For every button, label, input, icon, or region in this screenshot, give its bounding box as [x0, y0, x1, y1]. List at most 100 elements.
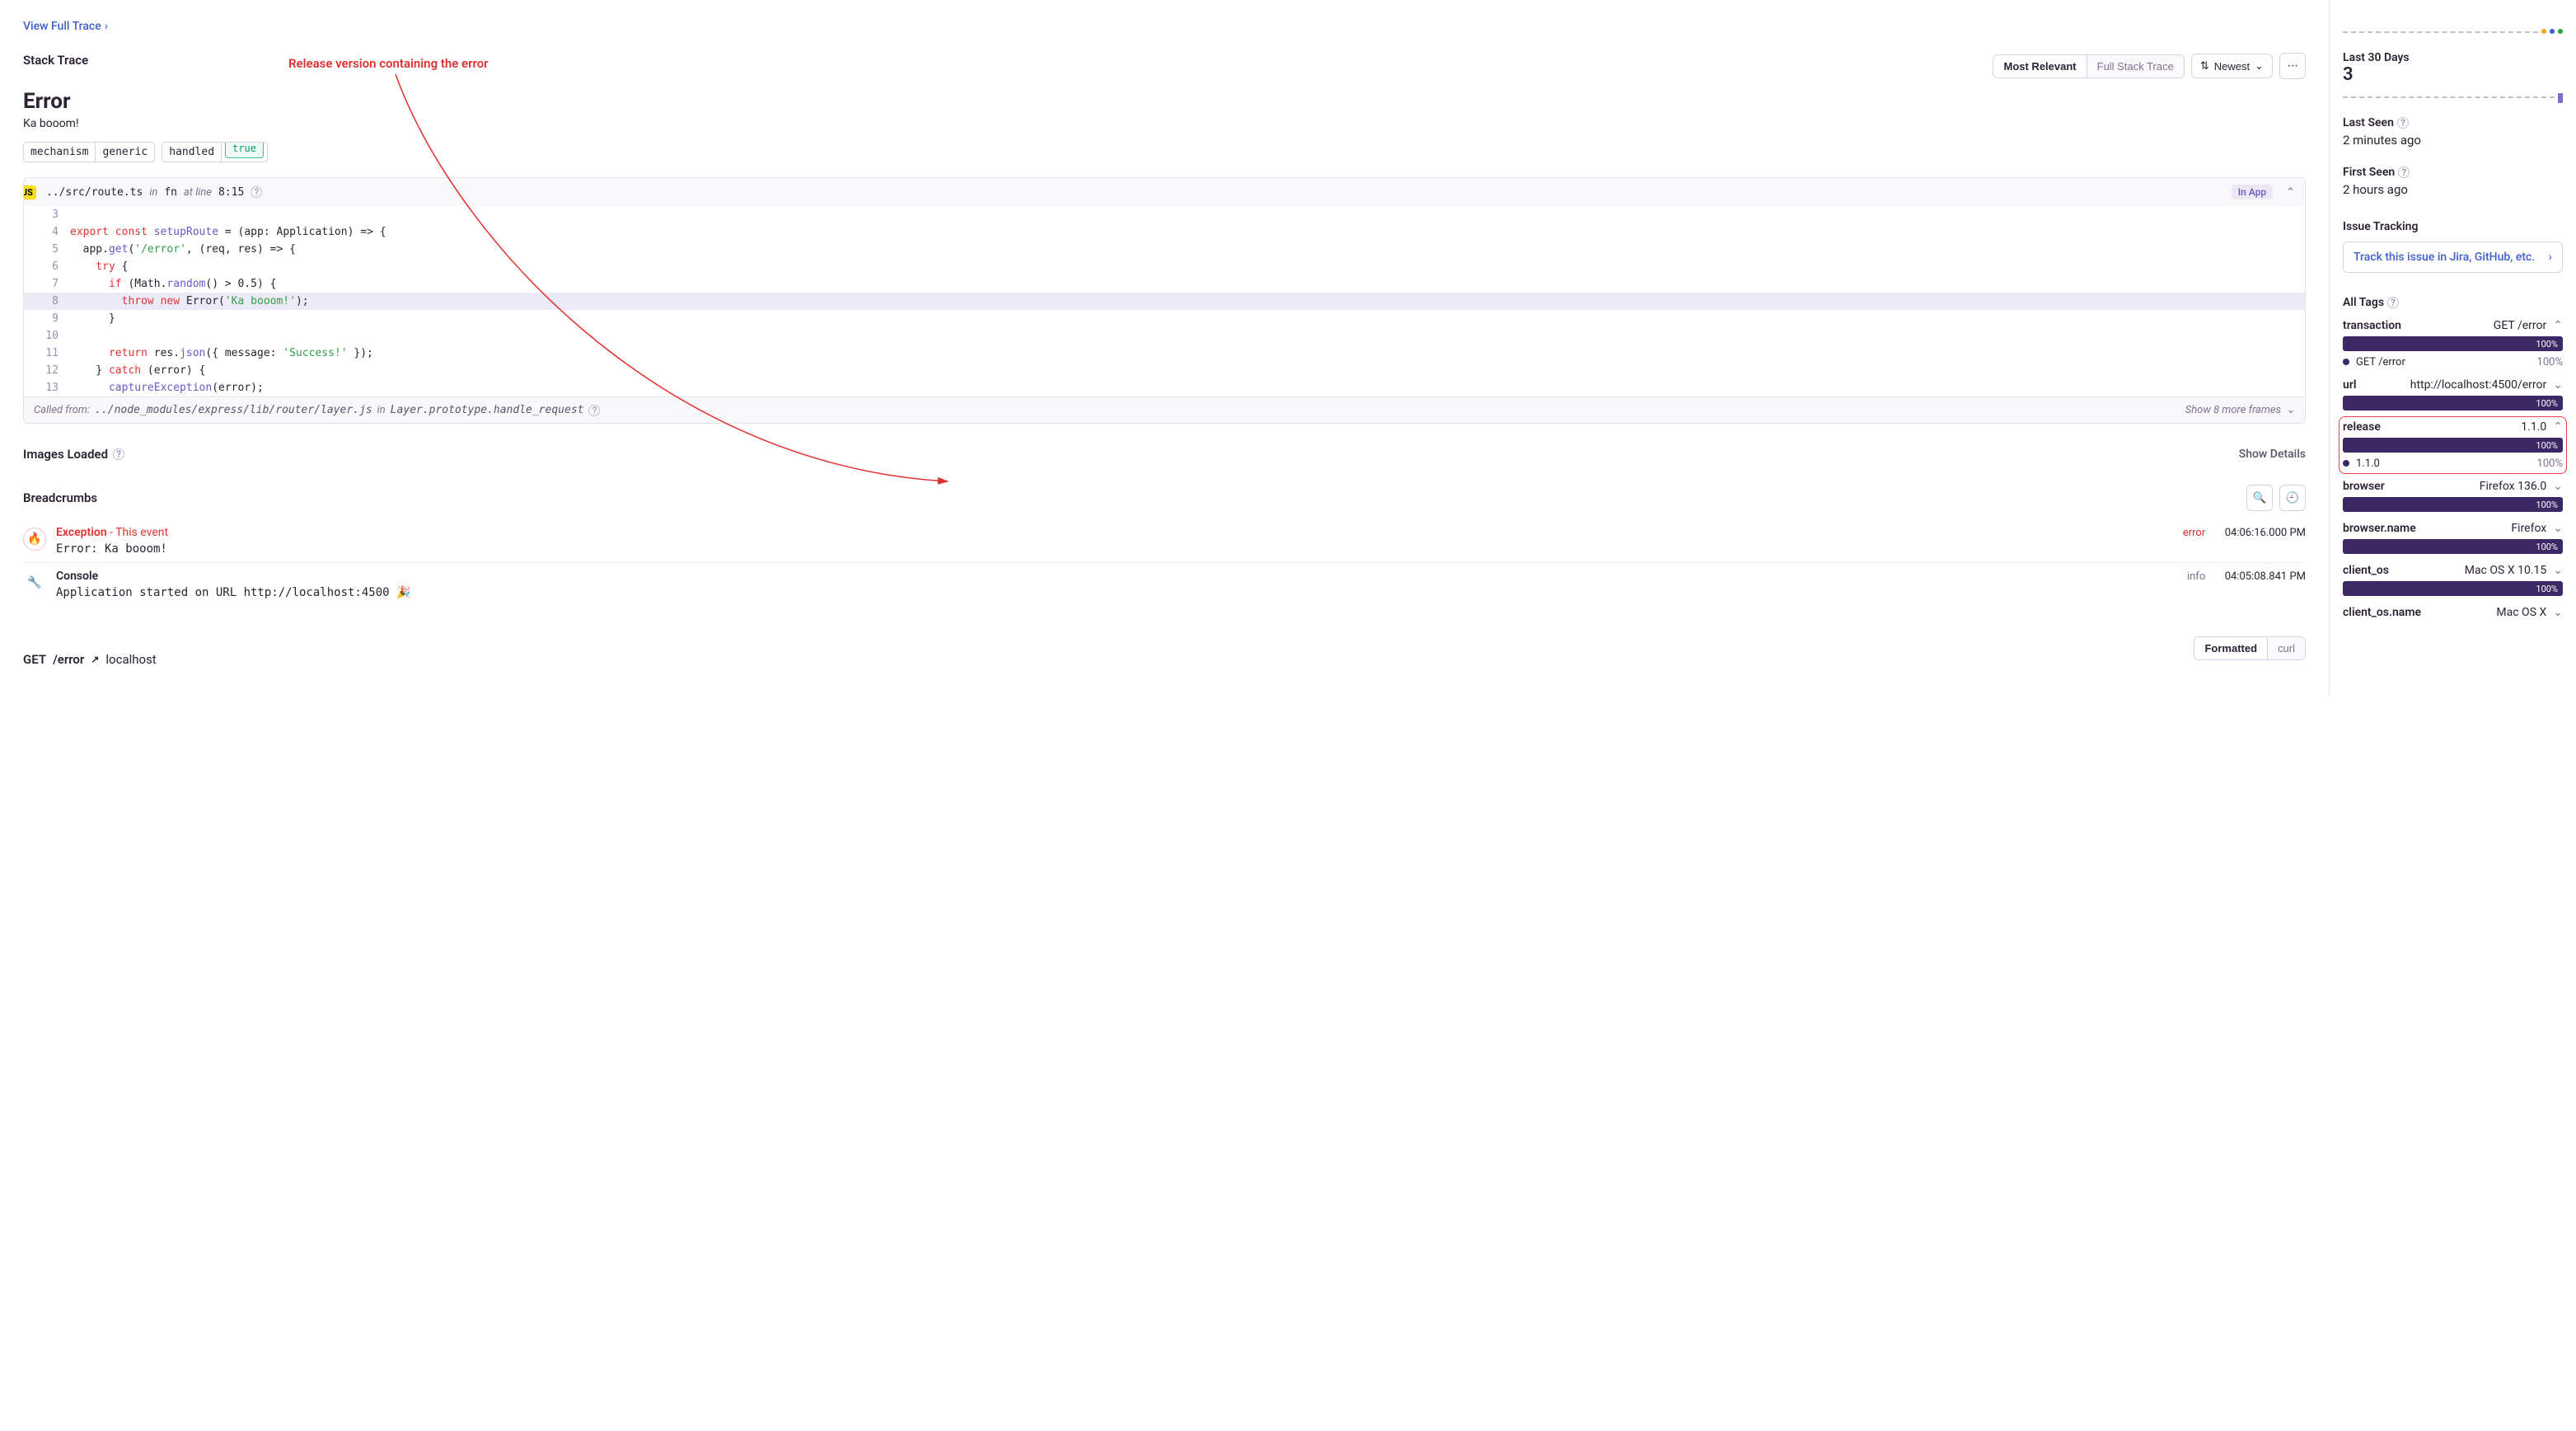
chevron-down-icon: ⌄ — [2255, 59, 2264, 73]
chevron-down-icon[interactable]: ⌄ — [2553, 606, 2563, 619]
help-icon[interactable]: ? — [588, 405, 600, 416]
line-number: 10 — [24, 327, 70, 345]
external-link-icon[interactable]: ↗ — [91, 654, 99, 665]
help-icon[interactable]: ? — [2397, 117, 2409, 129]
tag-name: client_os — [2343, 564, 2389, 577]
line-number: 9 — [24, 310, 70, 327]
breadcrumb-title: Exception — [56, 526, 107, 539]
breadcrumb-row: 🔧 Console Application started on URL htt… — [23, 562, 2306, 606]
tag-release: release1.1.0⌃100%1.1.0100% — [2343, 420, 2563, 470]
line-number: 8 — [24, 293, 70, 310]
help-icon[interactable]: ? — [251, 186, 262, 198]
tag-bar: 100% — [2343, 539, 2563, 554]
line-src: if (Math.random() > 0.5) { — [70, 275, 2305, 293]
all-tags-label: All Tags? — [2343, 296, 2563, 309]
line-src — [70, 206, 2305, 223]
tag-value: Mac OS X 10.15 — [2465, 564, 2546, 577]
chevron-up-icon[interactable]: ⌃ — [2553, 319, 2563, 332]
error-title: Error — [23, 89, 2306, 114]
line-number: 7 — [24, 275, 70, 293]
frame-at-line: at line — [184, 186, 212, 199]
js-badge-icon: JS — [23, 185, 36, 199]
line-src: } catch (error) { — [70, 362, 2305, 379]
tag-name: url — [2343, 378, 2357, 392]
chevron-down-icon[interactable]: ⌄ — [2553, 522, 2563, 535]
tag-item-label: GET /error — [2356, 356, 2405, 368]
chevron-down-icon[interactable]: ⌄ — [2553, 564, 2563, 577]
bullet-icon — [2343, 359, 2349, 365]
ellipsis-icon: ⋯ — [2287, 59, 2297, 73]
tag-name: browser — [2343, 480, 2385, 493]
handled-pill: handled true — [162, 142, 268, 162]
tag-value: Firefox — [2511, 522, 2546, 535]
track-issue-button[interactable]: Track this issue in Jira, GitHub, etc. › — [2343, 242, 2563, 273]
help-icon[interactable]: ? — [2387, 297, 2399, 308]
more-actions-button[interactable]: ⋯ — [2279, 53, 2306, 79]
line-src: try { — [70, 258, 2305, 275]
line-number: 3 — [24, 206, 70, 223]
chevron-down-icon[interactable]: ⌄ — [2553, 378, 2563, 392]
breadcrumb-level: error — [2183, 527, 2205, 539]
time-format-button[interactable]: 🕘 — [2279, 485, 2306, 511]
frame-in: in — [149, 186, 157, 199]
tag-name: transaction — [2343, 319, 2401, 332]
breadcrumb-timestamp: 04:06:16.000 PM — [2225, 527, 2306, 539]
breadcrumb-row: 🔥 Exception - This event Error: Ka booom… — [23, 519, 2306, 562]
tag-browser-name: browser.name Firefox ⌄ 100% — [2343, 522, 2563, 554]
help-icon[interactable]: ? — [2398, 167, 2410, 178]
chevron-right-icon: › — [105, 20, 108, 33]
caller-in: in — [377, 404, 386, 416]
fire-icon: 🔥 — [23, 528, 46, 551]
formatted-tab[interactable]: Formatted — [2194, 637, 2267, 659]
show-more-frames-label: Show 8 more frames — [2185, 404, 2281, 416]
caller-fn: Layer.prototype.handle_request — [391, 404, 584, 416]
tag-client_os: client_osMac OS X 10.15⌄100% — [2343, 564, 2563, 596]
frame-line-col: 8:15 — [218, 186, 244, 199]
frame-fn: fn — [164, 186, 177, 199]
frame-file: ../src/route.ts — [46, 186, 143, 199]
breadcrumb-title: Console — [56, 570, 98, 583]
images-loaded-title: Images Loaded — [23, 447, 108, 462]
last-seen-label: Last Seen? — [2343, 116, 2563, 129]
line-number: 12 — [24, 362, 70, 379]
tag-bar: 100% — [2343, 438, 2563, 453]
mechanism-key: mechanism — [24, 143, 95, 162]
line-src: throw new Error('Ka booom!'); — [70, 293, 2305, 310]
line-number: 4 — [24, 223, 70, 241]
show-more-frames-button[interactable]: Show 8 more frames ⌄ — [2185, 404, 2295, 416]
sparkline-placeholder — [2343, 96, 2563, 98]
request-path: /error — [53, 652, 84, 667]
last-30-days-value: 3 — [2343, 64, 2563, 85]
request-view-segment: Formatted curl — [2194, 636, 2306, 660]
first-seen-label: First Seen? — [2343, 166, 2563, 179]
last-seen-value: 2 minutes ago — [2343, 133, 2563, 148]
most-relevant-tab[interactable]: Most Relevant — [1993, 55, 2086, 77]
tag-client_os-name: client_os.nameMac OS X⌄ — [2343, 606, 2563, 619]
tag-item[interactable]: 1.1.0100% — [2343, 457, 2563, 470]
tag-value: Firefox 136.0 — [2480, 480, 2546, 493]
chevron-right-icon: › — [2549, 251, 2552, 264]
full-stack-trace-tab[interactable]: Full Stack Trace — [2087, 55, 2184, 77]
tag-item-label: 1.1.0 — [2356, 457, 2380, 470]
line-src: return res.json({ message: 'Success!' })… — [70, 345, 2305, 362]
collapse-frame-icon[interactable]: ⌃ — [2286, 186, 2295, 199]
chevron-down-icon[interactable]: ⌄ — [2553, 480, 2563, 493]
chevron-up-icon[interactable]: ⌃ — [2553, 420, 2563, 434]
view-full-trace-link[interactable]: View Full Trace › — [23, 20, 108, 33]
tag-item[interactable]: GET /error100% — [2343, 356, 2563, 368]
help-icon[interactable]: ? — [113, 448, 124, 460]
relevance-segment: Most Relevant Full Stack Trace — [1993, 54, 2184, 78]
stack-trace-title: Stack Trace — [23, 53, 88, 68]
tag-name: browser.name — [2343, 522, 2416, 535]
show-details-link[interactable]: Show Details — [2239, 448, 2306, 461]
breadcrumb-level: info — [2187, 570, 2205, 583]
wrench-icon: 🔧 — [23, 571, 46, 594]
source-code: 3 4export const setupRoute = (app: Appli… — [24, 206, 2305, 396]
search-breadcrumbs-button[interactable]: 🔍 — [2246, 485, 2273, 511]
curl-tab[interactable]: curl — [2267, 637, 2305, 659]
line-number: 11 — [24, 345, 70, 362]
mechanism-value: generic — [95, 143, 154, 162]
sort-icon: ⇅ — [2200, 59, 2209, 73]
sort-button[interactable]: ⇅ Newest ⌄ — [2191, 54, 2273, 78]
chevron-down-icon: ⌄ — [2286, 404, 2295, 416]
